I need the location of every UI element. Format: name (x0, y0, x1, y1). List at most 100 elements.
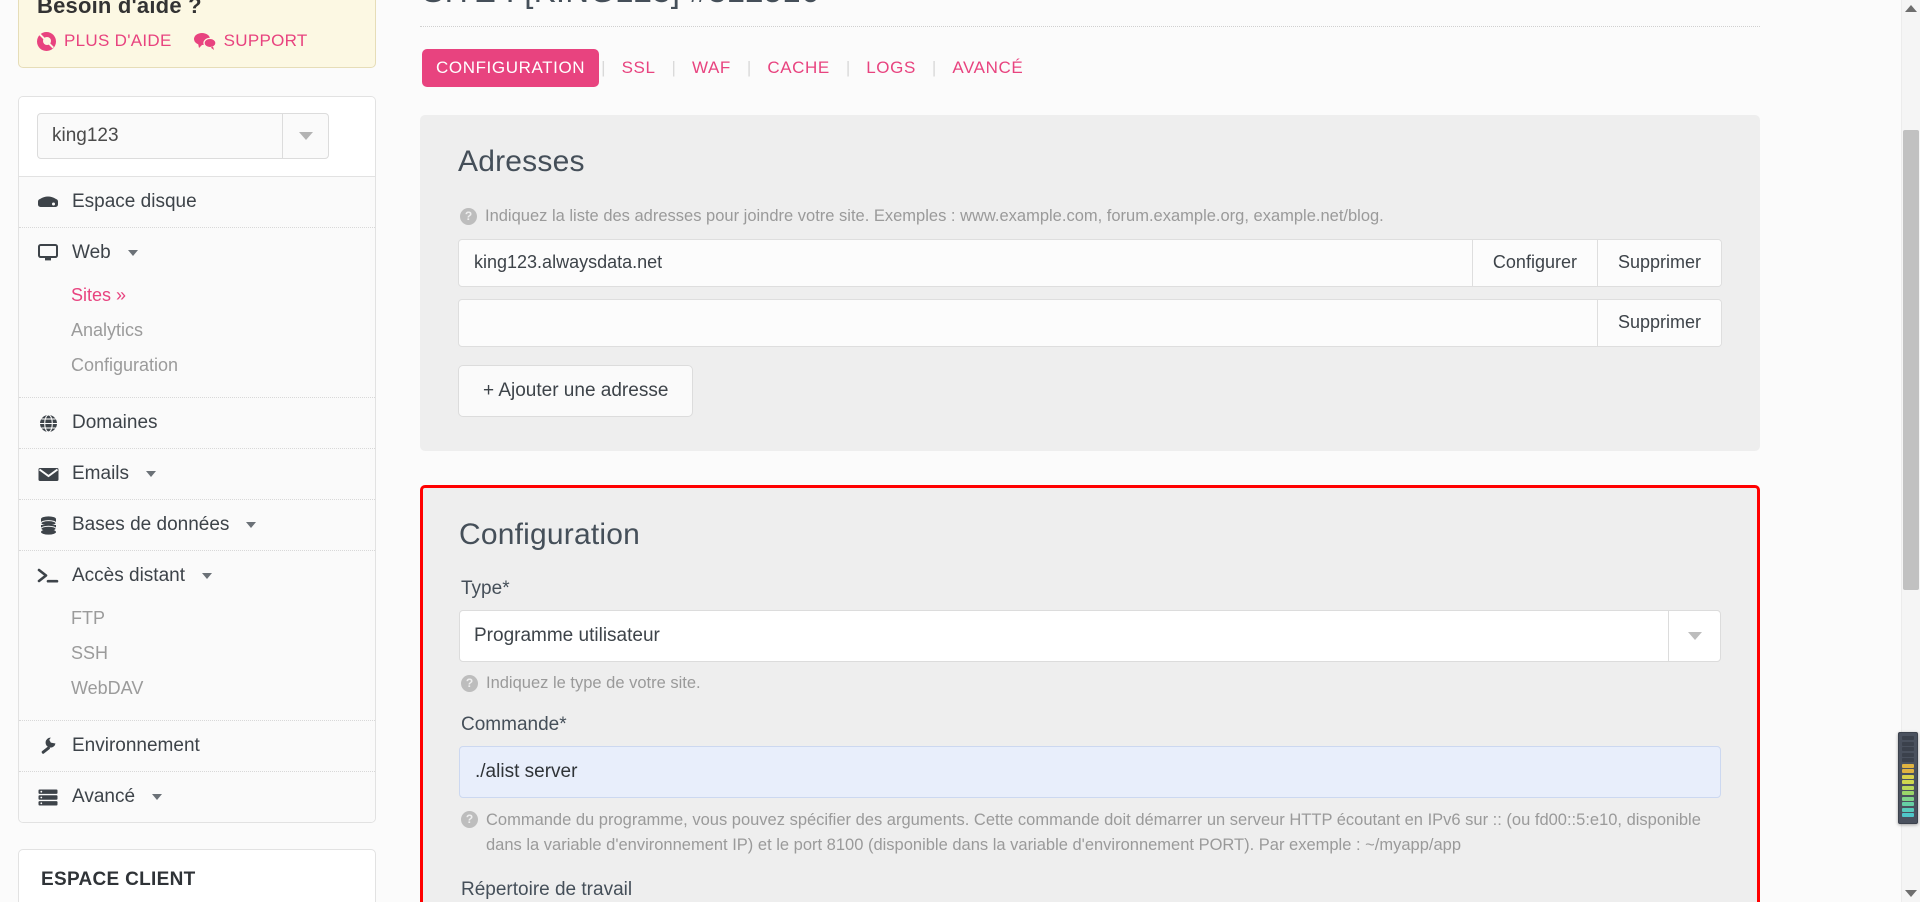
sidebar-sublist-acces-distant: FTP SSH WebDAV (19, 601, 375, 720)
meter-bar (1902, 764, 1914, 768)
tab-separator: | (670, 58, 678, 78)
tab-separator: | (745, 58, 753, 78)
sidebar-group-environnement: Environnement (19, 721, 375, 772)
type-select-value: Programme utilisateur (460, 611, 1668, 661)
chevron-down-icon (1688, 632, 1702, 640)
sidebar-item-label: Bases de données (72, 514, 229, 536)
meter-bar (1902, 769, 1914, 773)
meter-bar (1902, 786, 1914, 790)
command-hint: ? Commande du programme, vous pouvez spé… (461, 808, 1701, 858)
address-row: Supprimer (458, 299, 1722, 347)
command-input[interactable]: ./alist server (459, 746, 1721, 798)
sidebar-group-avance: Avancé (19, 772, 375, 822)
meter-bar (1902, 753, 1914, 757)
address-input[interactable]: king123.alwaysdata.net (459, 240, 1472, 286)
meter-bar (1902, 758, 1914, 762)
client-space-title: ESPACE CLIENT (19, 850, 375, 902)
tab-separator: | (930, 58, 938, 78)
sidebar-item-ftp[interactable]: FTP (19, 601, 375, 636)
sidebar: Besoin d'aide ? PLUS D'AIDE SUPPORT (18, 0, 376, 902)
sidebar-item-emails[interactable]: Emails (19, 449, 375, 499)
meter-bar (1902, 808, 1914, 812)
address-row: king123.alwaysdata.net Configurer Suppri… (458, 239, 1722, 287)
type-hint-text: Indiquez le type de votre site. (486, 672, 701, 696)
sidebar-item-label: Domaines (72, 412, 158, 434)
sidebar-item-web[interactable]: Web (19, 228, 375, 278)
delete-button[interactable]: Supprimer (1597, 240, 1721, 286)
chevron-down-icon (246, 522, 256, 528)
meter-bar (1902, 747, 1914, 751)
sidebar-item-label: Accès distant (72, 565, 185, 587)
type-select-arrow[interactable] (1668, 611, 1720, 661)
tab-cache[interactable]: CACHE (753, 58, 844, 78)
sidebar-group-acces-distant: Accès distant FTP SSH WebDAV (19, 551, 375, 721)
sidebar-item-label: Environnement (72, 735, 200, 757)
help-icon: ? (461, 811, 478, 828)
delete-button[interactable]: Supprimer (1597, 300, 1721, 346)
sidebar-item-domaines[interactable]: Domaines (19, 398, 375, 448)
sidebar-item-espace-disque[interactable]: Espace disque (19, 177, 375, 227)
support-link[interactable]: SUPPORT (194, 31, 308, 51)
sidebar-item-configuration[interactable]: Configuration (19, 348, 375, 383)
terminal-icon (37, 566, 59, 586)
sidebar-group-domaines: Domaines (19, 398, 375, 449)
sidebar-group-bases-de-donnees: Bases de données (19, 500, 375, 551)
monitor-icon (37, 243, 59, 263)
chevron-down-icon (128, 250, 138, 256)
meter-bar (1902, 775, 1914, 779)
meter-bar (1902, 742, 1914, 746)
chevron-down-icon (299, 132, 313, 140)
addresses-hint-text: Indiquez la liste des adresses pour join… (485, 205, 1384, 229)
command-label: Commande* (461, 714, 1721, 736)
chat-bubbles-icon (194, 32, 216, 50)
add-address-button[interactable]: + Ajouter une adresse (458, 365, 693, 417)
tab-avance[interactable]: AVANCÉ (938, 58, 1037, 78)
sidebar-item-analytics[interactable]: Analytics (19, 313, 375, 348)
help-title: Besoin d'aide ? (37, 0, 357, 19)
tab-bar: CONFIGURATION | SSL | WAF | CACHE | LOGS… (420, 49, 1760, 87)
account-selector-row: king123 (19, 97, 375, 177)
tab-separator: | (844, 58, 852, 78)
disk-icon (37, 192, 59, 212)
meter-bar (1902, 736, 1914, 740)
configure-button[interactable]: Configurer (1472, 240, 1597, 286)
meter-bar (1902, 797, 1914, 801)
scrollbar-thumb[interactable] (1903, 130, 1919, 590)
tab-configuration[interactable]: CONFIGURATION (422, 49, 599, 87)
more-help-link[interactable]: PLUS D'AIDE (37, 31, 172, 51)
sidebar-item-bases-de-donnees[interactable]: Bases de données (19, 500, 375, 550)
tab-waf[interactable]: WAF (678, 58, 745, 78)
scroll-down-icon[interactable] (1905, 890, 1917, 897)
sidebar-item-label: Emails (72, 463, 129, 485)
help-links: PLUS D'AIDE SUPPORT (37, 31, 357, 51)
address-input[interactable] (459, 300, 1597, 346)
tab-logs[interactable]: LOGS (852, 58, 930, 78)
addresses-panel: Adresses ? Indiquez la liste des adresse… (420, 115, 1760, 451)
workdir-label: Répertoire de travail (461, 879, 1721, 901)
tab-ssl[interactable]: SSL (608, 58, 670, 78)
sidebar-item-ssh[interactable]: SSH (19, 636, 375, 671)
tab-separator: | (599, 58, 607, 78)
addresses-hint: ? Indiquez la liste des adresses pour jo… (460, 205, 1722, 229)
sidebar-item-acces-distant[interactable]: Accès distant (19, 551, 375, 601)
configuration-panel: Configuration Type* Programme utilisateu… (420, 485, 1760, 902)
sidebar-item-webdav[interactable]: WebDAV (19, 671, 375, 706)
sidebar-item-environnement[interactable]: Environnement (19, 721, 375, 771)
sidebar-group-emails: Emails (19, 449, 375, 500)
sidebar-item-avance[interactable]: Avancé (19, 772, 375, 822)
help-box: Besoin d'aide ? PLUS D'AIDE SUPPORT (18, 0, 376, 68)
account-select[interactable]: king123 (37, 113, 329, 159)
scroll-up-icon[interactable] (1905, 5, 1917, 12)
type-select[interactable]: Programme utilisateur (459, 610, 1721, 662)
meter-bar (1902, 780, 1914, 784)
chevron-down-icon (202, 573, 212, 579)
wrench-icon (37, 736, 59, 756)
account-select-arrow[interactable] (282, 114, 328, 158)
command-hint-text: Commande du programme, vous pouvez spéci… (486, 808, 1701, 858)
more-help-label: PLUS D'AIDE (64, 31, 172, 51)
performance-meter-widget[interactable] (1898, 732, 1918, 824)
configuration-heading: Configuration (459, 518, 1721, 552)
sidebar-item-sites[interactable]: Sites » (19, 278, 375, 313)
envelope-icon (37, 464, 59, 484)
client-space-card: ESPACE CLIENT (18, 849, 376, 902)
